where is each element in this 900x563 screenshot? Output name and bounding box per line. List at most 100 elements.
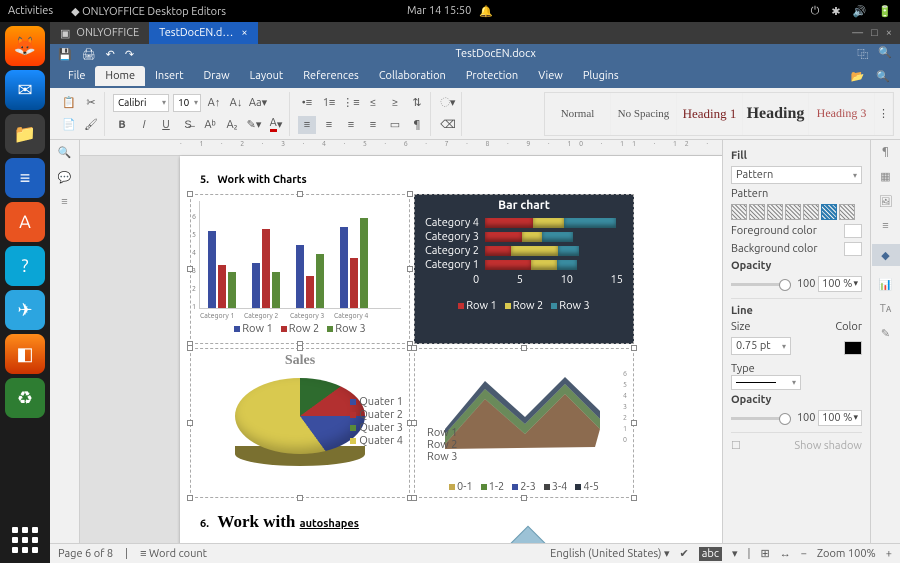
chart-clustered-column[interactable]: 123456 Category 1 Category 2 Category — [190, 194, 410, 344]
dock-onlyoffice-docs[interactable]: ≡ — [5, 158, 45, 198]
chart-area-3d[interactable]: Row 1Row 2Row 3 6543210 0-1 1-2 2-3 3-4 … — [414, 348, 634, 498]
maximize-icon[interactable]: □ — [871, 27, 878, 39]
minimize-icon[interactable]: — — [852, 27, 863, 39]
navigation-icon[interactable]: ≡ — [61, 196, 67, 208]
word-count-button[interactable]: ≡ Word count — [140, 548, 207, 560]
zoom-label[interactable]: Zoom 100% — [817, 548, 876, 560]
style-heading2[interactable]: Heading — [743, 93, 809, 135]
clear-style-icon[interactable]: ⌫ — [439, 116, 457, 134]
menu-collaboration[interactable]: Collaboration — [369, 66, 456, 86]
menu-protection[interactable]: Protection — [456, 66, 528, 86]
zoom-out-icon[interactable]: − — [801, 548, 807, 560]
notification-icon[interactable]: 🔔 — [479, 5, 493, 18]
format-painter-icon[interactable]: 🖌 — [82, 116, 100, 134]
chart-pie-3d[interactable]: Sales Quater 1 Quater 2 Quater 3 Quater … — [190, 348, 410, 498]
paste-icon[interactable]: 📄 — [60, 116, 78, 134]
font-size-select[interactable]: 10 — [173, 94, 201, 112]
chart-stacked-bar[interactable]: Bar chart Category 4 Category 3 Category… — [414, 194, 634, 344]
menu-references[interactable]: References — [293, 66, 369, 86]
change-case-icon[interactable]: Aa▾ — [249, 94, 267, 112]
fill-opacity-slider[interactable] — [731, 283, 791, 286]
image-settings-icon[interactable]: 🖼 — [879, 195, 893, 208]
decrease-font-icon[interactable]: A↓ — [227, 94, 245, 112]
menu-layout[interactable]: Layout — [240, 66, 294, 86]
menu-insert[interactable]: Insert — [145, 66, 193, 86]
print-icon[interactable]: 🖨 — [82, 48, 96, 61]
track-more-icon[interactable]: ▾ — [732, 547, 738, 560]
line-type-select[interactable] — [731, 375, 801, 390]
bold-button[interactable]: B — [113, 116, 131, 134]
indent-dec-icon[interactable]: ≤ — [364, 94, 382, 112]
style-heading1[interactable]: Heading 1 — [677, 93, 743, 135]
multilevel-icon[interactable]: ⋮≡ — [342, 94, 360, 112]
open-file-location-icon[interactable]: 📂 — [851, 70, 865, 83]
indent-inc-icon[interactable]: ≥ — [386, 94, 404, 112]
undo-icon[interactable]: ↶ — [106, 48, 115, 61]
fill-type-select[interactable]: Pattern — [731, 166, 862, 184]
increase-font-icon[interactable]: A↑ — [205, 94, 223, 112]
bg-color-picker[interactable] — [844, 242, 862, 256]
network-icon[interactable]: ⏻ — [811, 5, 820, 18]
line-opacity-slider[interactable] — [731, 417, 791, 420]
align-justify-icon[interactable]: ≡ — [364, 116, 382, 134]
close-tab-icon[interactable]: × — [241, 27, 247, 39]
search-icon[interactable]: 🔍 — [878, 46, 892, 62]
tab-document[interactable]: TestDocEN.d…× — [149, 22, 257, 44]
menu-file[interactable]: File — [58, 66, 95, 86]
menu-home[interactable]: Home — [95, 66, 145, 86]
italic-button[interactable]: I — [135, 116, 153, 134]
fit-width-icon[interactable]: ↔ — [780, 548, 791, 560]
open-location-icon[interactable]: ⿻ — [857, 46, 868, 62]
copy-icon[interactable]: 📋 — [60, 94, 78, 112]
menu-view[interactable]: View — [528, 66, 573, 86]
sound-icon[interactable]: 🔊 — [853, 5, 867, 18]
find-icon[interactable]: 🔍 — [58, 146, 72, 159]
merge-icon[interactable]: ▭ — [386, 116, 404, 134]
dock-onlyoffice[interactable]: ◧ — [5, 334, 45, 374]
style-normal[interactable]: Normal — [545, 93, 611, 135]
align-center-icon[interactable]: ≡ — [320, 116, 338, 134]
power-icon[interactable]: 🔋 — [878, 5, 892, 18]
active-app-label[interactable]: ◆ ONLYOFFICE Desktop Editors — [71, 5, 226, 18]
dock-telegram[interactable]: ✈ — [5, 290, 45, 330]
paragraph-settings-icon[interactable]: ¶ — [882, 146, 889, 158]
close-icon[interactable]: × — [886, 27, 892, 39]
dock-trash[interactable]: ♻ — [5, 378, 45, 418]
line-spacing-icon[interactable]: ⇅ — [408, 94, 426, 112]
save-icon[interactable]: 💾 — [58, 48, 72, 61]
font-name-select[interactable]: Calibri — [113, 94, 169, 112]
style-heading3[interactable]: Heading 3 — [809, 93, 875, 135]
shape-settings-icon[interactable]: ◆ — [872, 244, 900, 266]
font-color-icon[interactable]: A▾ — [267, 116, 285, 134]
activities-button[interactable]: Activities — [8, 5, 53, 17]
tab-home[interactable]: ▣ ONLYOFFICE — [50, 22, 149, 44]
comments-icon[interactable]: 💬 — [58, 171, 72, 184]
a11y-icon[interactable]: ✱ — [831, 5, 840, 18]
dock-files[interactable]: 📁 — [5, 114, 45, 154]
textart-settings-icon[interactable]: Tᴀ — [880, 303, 892, 315]
signature-settings-icon[interactable]: ✎ — [881, 327, 890, 340]
bullets-icon[interactable]: •≡ — [298, 94, 316, 112]
shading-icon[interactable]: ◌▾ — [439, 94, 457, 112]
spellcheck-icon[interactable]: ✔ — [680, 547, 689, 560]
strike-button[interactable]: S̶ — [179, 116, 197, 134]
doc-language[interactable]: English (United States) ▾ — [550, 547, 669, 560]
style-nospacing[interactable]: No Spacing — [611, 93, 677, 135]
menu-plugins[interactable]: Plugins — [573, 66, 629, 86]
clock[interactable]: Mar 14 15:50 — [407, 5, 471, 17]
header-footer-icon[interactable]: ≡ — [882, 220, 888, 232]
dock-thunderbird[interactable]: ✉ — [5, 70, 45, 110]
line-color-picker[interactable] — [844, 341, 862, 355]
track-changes-icon[interactable]: abc — [699, 547, 722, 561]
highlight-color-icon[interactable]: ✎▾ — [245, 116, 263, 134]
menu-draw[interactable]: Draw — [194, 66, 240, 86]
table-settings-icon[interactable]: ▦ — [880, 170, 890, 183]
align-right-icon[interactable]: ≡ — [342, 116, 360, 134]
fill-opacity-field[interactable]: 100 %▾ — [818, 276, 862, 292]
line-size-select[interactable]: 0.75 pt — [731, 337, 791, 355]
fit-page-icon[interactable]: ⊞ — [760, 547, 769, 560]
subscript-button[interactable]: A₂ — [223, 116, 241, 134]
dock-firefox[interactable]: 🦊 — [5, 26, 45, 66]
chart-settings-icon[interactable]: 📊 — [879, 278, 893, 291]
underline-button[interactable]: U — [157, 116, 175, 134]
